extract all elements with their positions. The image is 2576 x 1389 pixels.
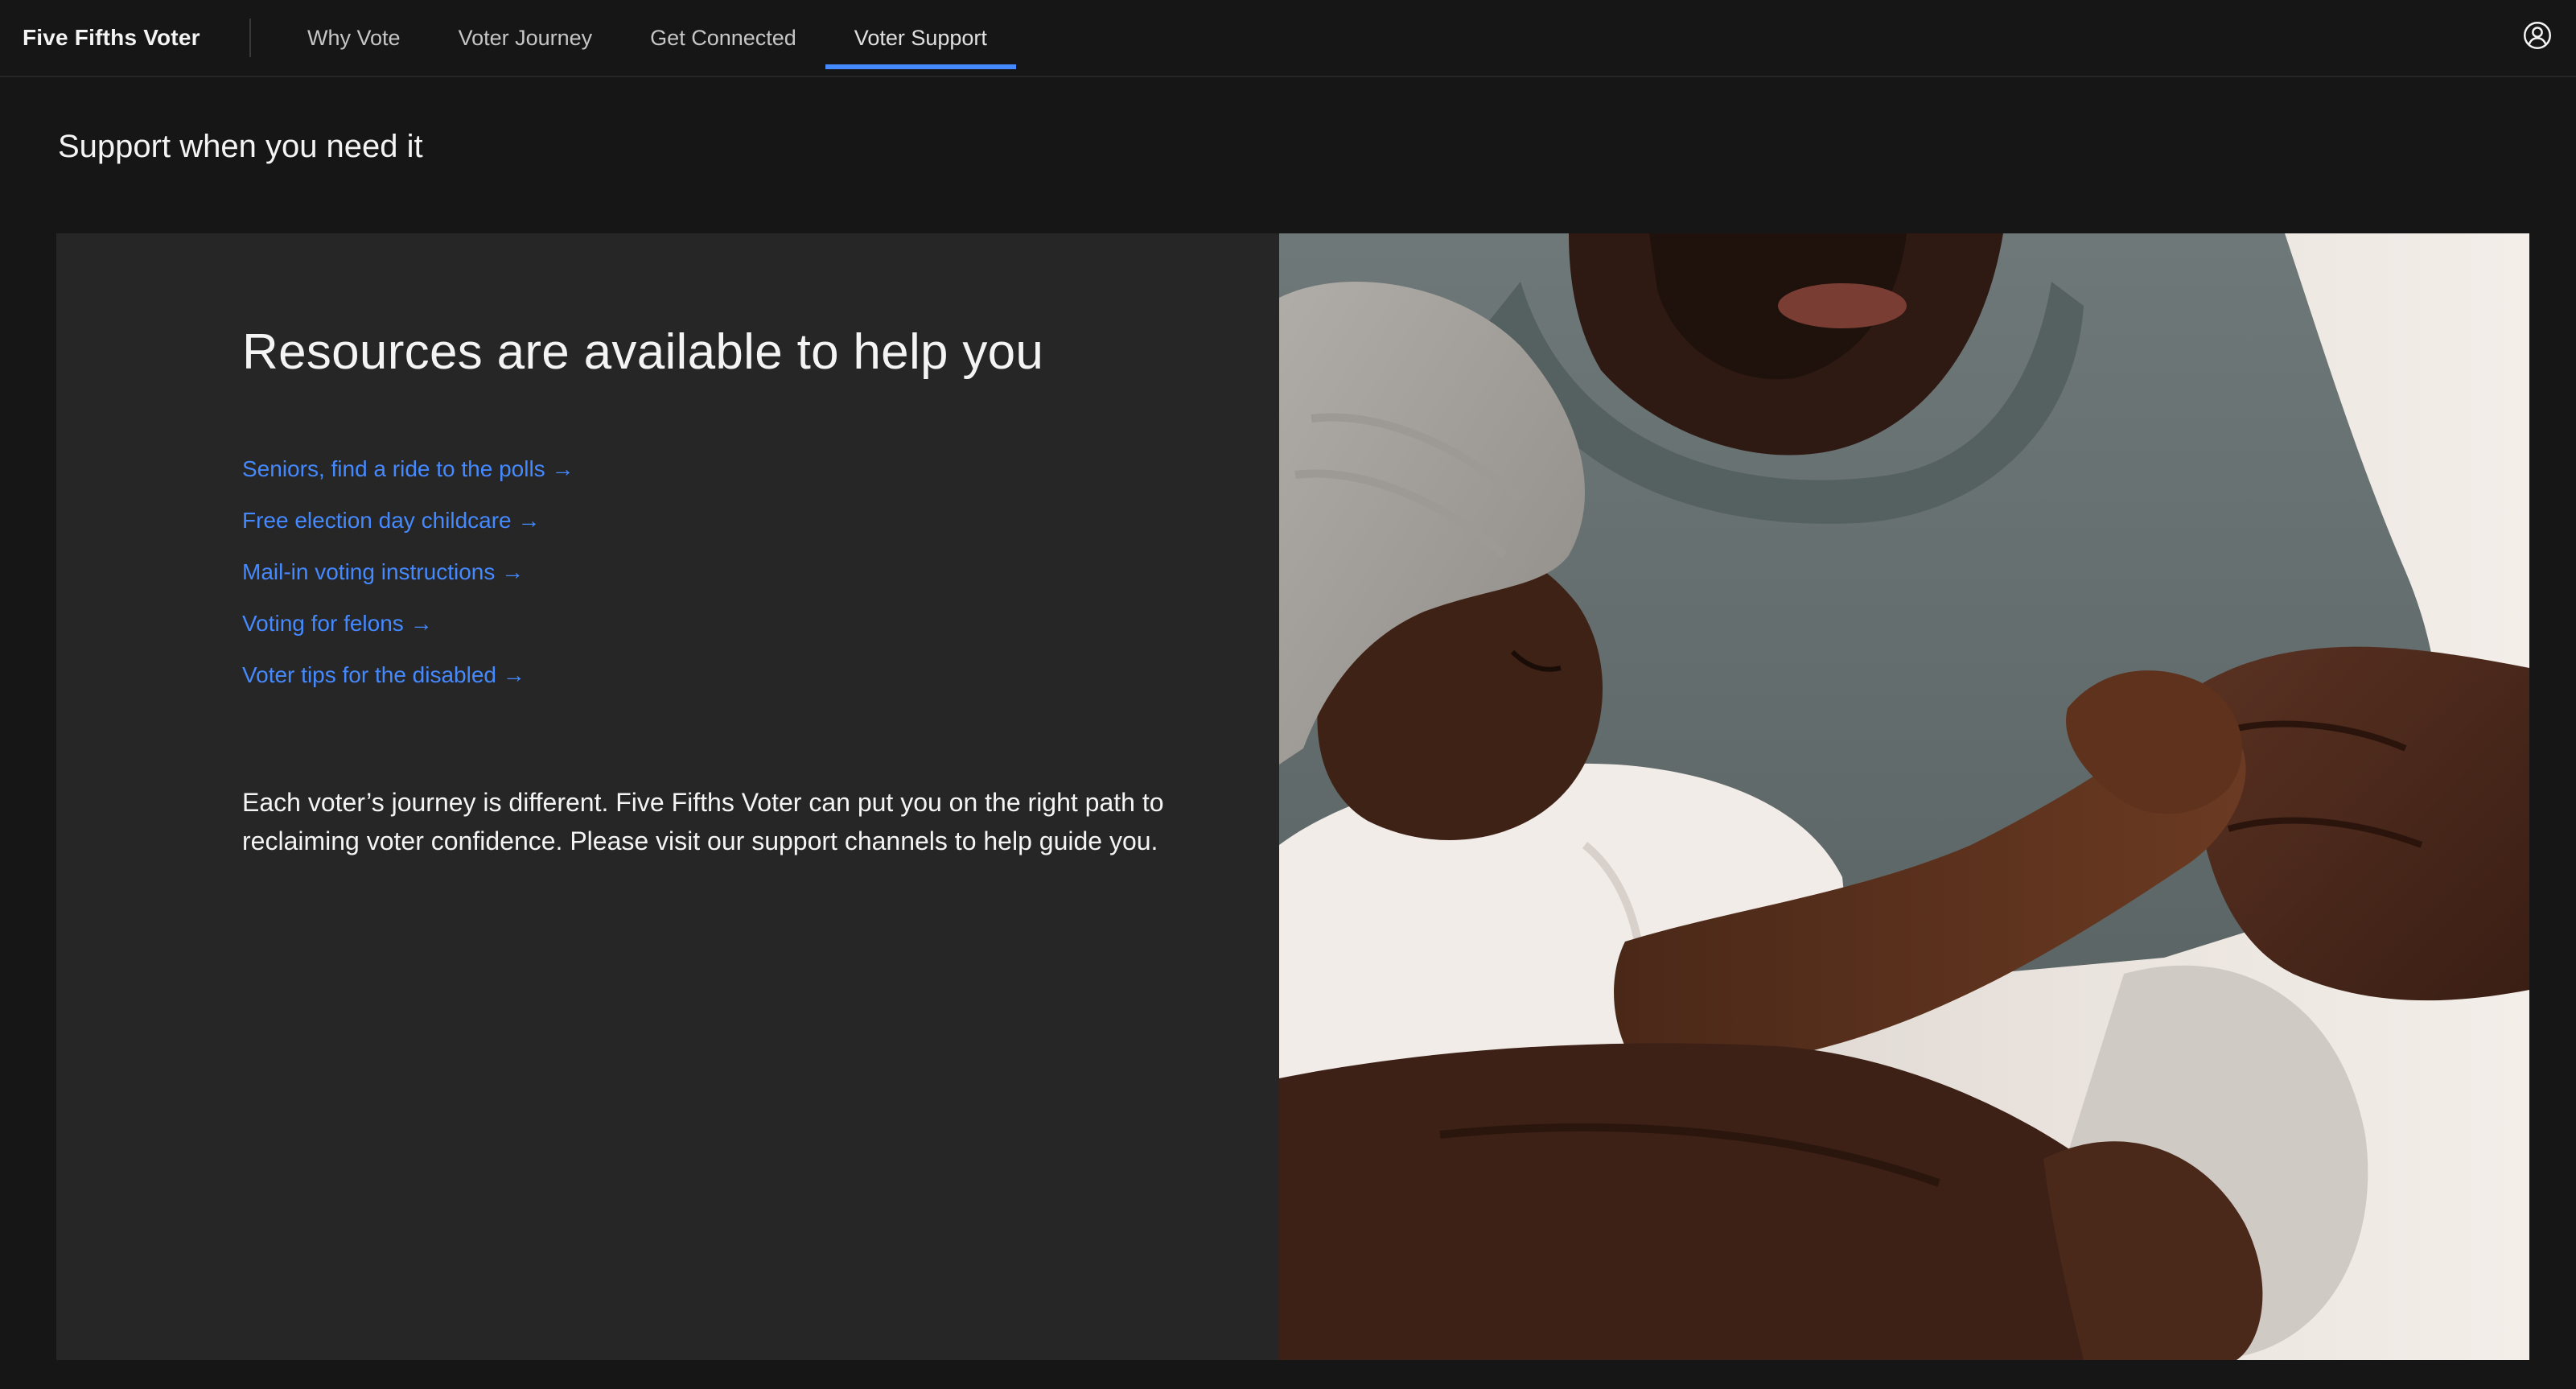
link-mail-in-voting[interactable]: Mail-in voting instructions →	[242, 559, 524, 585]
link-senior-rides[interactable]: Seniors, find a ride to the polls →	[242, 456, 574, 482]
nav-tab-voter-journey[interactable]: Voter Journey	[430, 0, 622, 76]
link-disabled-voter-tips[interactable]: Voter tips for the disabled →	[242, 662, 525, 688]
brand-divider	[249, 19, 251, 57]
top-navigation-bar: Five Fifths Voter Why Vote Voter Journey…	[0, 0, 2576, 77]
father-holding-baby-photo	[1279, 233, 2529, 1360]
list-item: Voting for felons →	[242, 598, 1279, 649]
resources-panel: Resources are available to help you Seni…	[56, 233, 1279, 1360]
support-description: Each voter’s journey is different. Five …	[242, 788, 1164, 855]
support-section: Resources are available to help you Seni…	[56, 233, 2529, 1360]
link-childcare[interactable]: Free election day childcare →	[242, 508, 540, 534]
list-item: Mail-in voting instructions →	[242, 546, 1279, 598]
list-item: Free election day childcare →	[242, 495, 1279, 546]
brand-name[interactable]: Five Fifths Voter	[0, 0, 249, 76]
list-item: Voter tips for the disabled →	[242, 649, 1279, 701]
resource-links-list: Seniors, find a ride to the polls → Free…	[242, 443, 1279, 701]
user-account-button[interactable]	[2513, 11, 2562, 60]
list-item: Seniors, find a ride to the polls →	[242, 443, 1279, 495]
link-felon-voting[interactable]: Voting for felons →	[242, 611, 433, 637]
nav-tab-get-connected[interactable]: Get Connected	[621, 0, 825, 76]
page-title: Support when you need it	[58, 129, 423, 164]
user-avatar-icon	[2524, 22, 2551, 49]
main-nav: Why Vote Voter Journey Get Connected Vot…	[278, 0, 1017, 76]
nav-tab-voter-support[interactable]: Voter Support	[825, 0, 1017, 76]
resources-heading: Resources are available to help you	[242, 324, 1044, 380]
nav-tab-why-vote[interactable]: Why Vote	[278, 0, 430, 76]
